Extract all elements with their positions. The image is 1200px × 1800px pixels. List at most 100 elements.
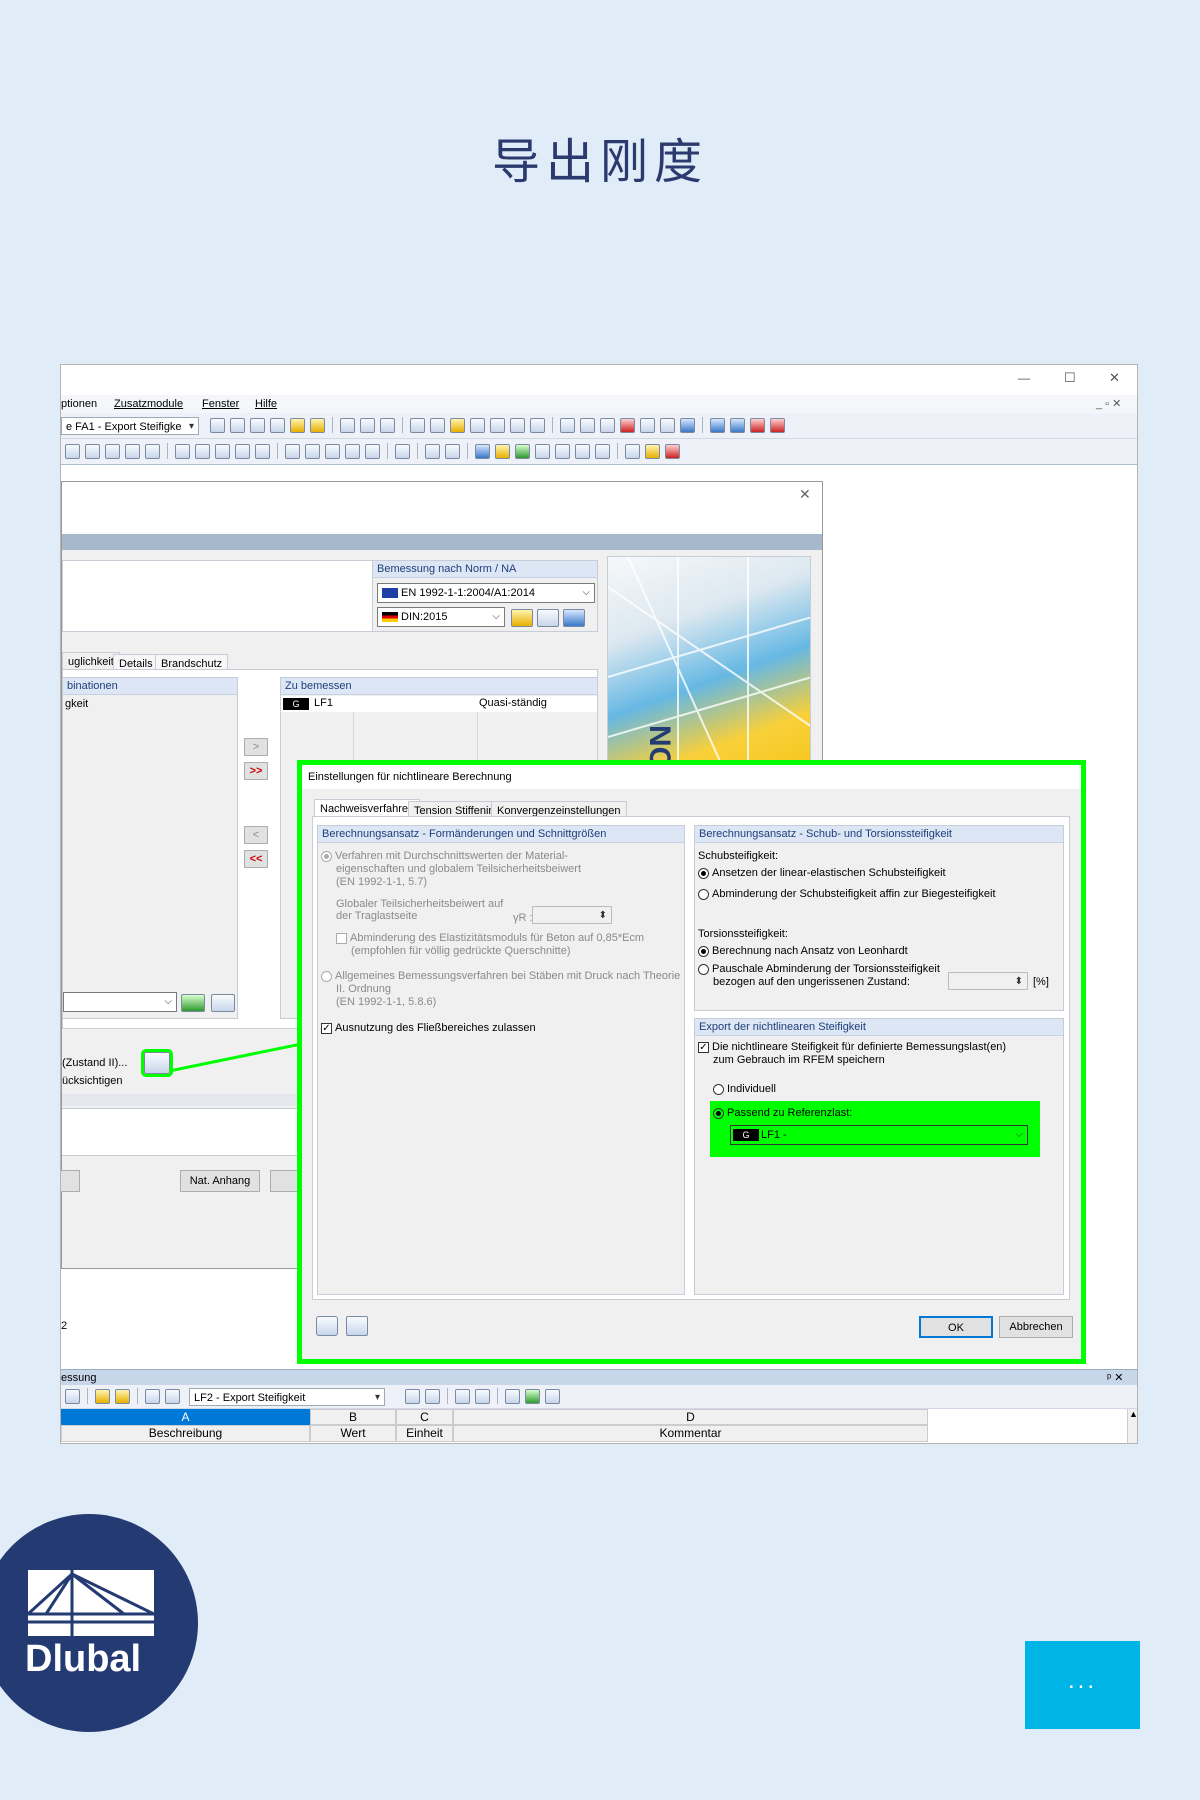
- arrow-left-icon[interactable]: [210, 417, 225, 433]
- help-icon[interactable]: [316, 1316, 338, 1336]
- delete-icon[interactable]: [620, 417, 635, 433]
- addon4-icon[interactable]: [770, 417, 785, 433]
- t2z-icon[interactable]: [625, 443, 640, 459]
- t2o-icon[interactable]: [365, 443, 380, 459]
- torsion-option-pauschal[interactable]: Pauschale Abminderung der Torsionssteifi…: [698, 963, 940, 976]
- tool6-icon[interactable]: [680, 417, 695, 433]
- nat-anhang-button[interactable]: Nat. Anhang: [180, 1170, 260, 1192]
- table-filter-icon[interactable]: [455, 1388, 470, 1404]
- t2x-icon[interactable]: [575, 443, 590, 459]
- option-durchschnittswerte[interactable]: Verfahren mit Durchschnittswerten der Ma…: [321, 850, 568, 863]
- tab-nachweisverfahren[interactable]: Nachweisverfahren: [314, 799, 421, 817]
- table-prev-icon[interactable]: [405, 1388, 420, 1404]
- torsion-option-leonhardt[interactable]: Berechnung nach Ansatz von Leonhardt: [698, 945, 908, 958]
- zustand-settings-button[interactable]: [141, 1049, 173, 1077]
- move-all-right-button[interactable]: >>: [244, 762, 268, 780]
- mdi-controls[interactable]: _ ▫ ✕: [1096, 397, 1121, 410]
- col-letter-a[interactable]: A: [61, 1409, 310, 1425]
- grid2-icon[interactable]: [430, 417, 445, 433]
- t2y-icon[interactable]: [595, 443, 610, 459]
- t2e-icon[interactable]: [145, 443, 160, 459]
- minimize-button[interactable]: —: [1018, 371, 1030, 385]
- more-button[interactable]: ...: [1025, 1641, 1140, 1729]
- t2v-icon[interactable]: [535, 443, 550, 459]
- t2w-icon[interactable]: [555, 443, 570, 459]
- fliessbereich-checkbox[interactable]: ✓ Ausnutzung des Fließbereiches zulassen: [321, 1022, 536, 1035]
- menu-hilfe[interactable]: Hilfe: [255, 398, 277, 410]
- maximize-button[interactable]: ☐: [1064, 370, 1076, 386]
- t2m-icon[interactable]: [325, 443, 340, 459]
- t2k-icon[interactable]: [285, 443, 300, 459]
- tab-konvergenz[interactable]: Konvergenzeinstellungen: [491, 801, 627, 817]
- t2c-icon[interactable]: [105, 443, 120, 459]
- edit-na-icon[interactable]: [537, 609, 559, 627]
- combinations-filter-combo[interactable]: ⌵: [63, 992, 177, 1012]
- member-icon[interactable]: [490, 417, 505, 433]
- t2g-icon[interactable]: [195, 443, 210, 459]
- design-dialog-close-button[interactable]: ✕: [799, 486, 811, 503]
- t2a-icon[interactable]: [65, 443, 80, 459]
- tool2-icon[interactable]: [580, 417, 595, 433]
- table-scrollbar[interactable]: ▲: [1127, 1409, 1137, 1443]
- t2ab-icon[interactable]: [665, 443, 680, 459]
- table-tool4-icon[interactable]: [145, 1388, 160, 1404]
- filter-icon[interactable]: [563, 609, 585, 627]
- t2i-icon[interactable]: [235, 443, 250, 459]
- grid-icon[interactable]: [410, 417, 425, 433]
- table-tool3-icon[interactable]: [115, 1388, 130, 1404]
- panel-pin-icon[interactable]: ᵖ ✕: [1107, 1372, 1123, 1385]
- table-tool8-icon[interactable]: [545, 1388, 560, 1404]
- t2l-icon[interactable]: [305, 443, 320, 459]
- menu-fenster[interactable]: Fenster: [202, 398, 239, 410]
- option-passend[interactable]: Passend zu Referenzlast:: [713, 1107, 852, 1120]
- results-icon[interactable]: [290, 417, 305, 433]
- tool4-icon[interactable]: [640, 417, 655, 433]
- t2n-icon[interactable]: [345, 443, 360, 459]
- undo-icon[interactable]: [340, 417, 355, 433]
- select-none-icon[interactable]: [211, 994, 235, 1012]
- t2h-icon[interactable]: [215, 443, 230, 459]
- table-icon[interactable]: [360, 417, 375, 433]
- tool3-icon[interactable]: [600, 417, 615, 433]
- col-letter-b[interactable]: B: [310, 1409, 396, 1425]
- col-letter-c[interactable]: C: [396, 1409, 453, 1425]
- move-left-button[interactable]: <: [244, 826, 268, 844]
- referenzlast-combo[interactable]: G LF1 - ⌵: [730, 1125, 1028, 1145]
- t2p-icon[interactable]: [395, 443, 410, 459]
- table-next-icon[interactable]: [425, 1388, 440, 1404]
- view-icon[interactable]: [450, 417, 465, 433]
- t2b-icon[interactable]: [85, 443, 100, 459]
- table-tool1-icon[interactable]: [65, 1388, 80, 1404]
- cancel-button[interactable]: Abbrechen: [999, 1316, 1073, 1338]
- move-all-left-button[interactable]: <<: [244, 850, 268, 868]
- ok-button[interactable]: OK: [919, 1316, 993, 1338]
- t2aa-icon[interactable]: [645, 443, 660, 459]
- tool1-icon[interactable]: [560, 417, 575, 433]
- schub-option-linear[interactable]: Ansetzen der linear-elastischen Schubste…: [698, 867, 946, 880]
- addon1-icon[interactable]: [710, 417, 725, 433]
- table-tool7-icon[interactable]: [505, 1388, 520, 1404]
- export-checkbox[interactable]: ✓ Die nichtlineare Steifigkeit für defini…: [698, 1041, 1006, 1054]
- values-icon[interactable]: [310, 417, 325, 433]
- info-icon[interactable]: [346, 1316, 368, 1336]
- addon3-icon[interactable]: [750, 417, 765, 433]
- t2s-icon[interactable]: [475, 443, 490, 459]
- new-na-icon[interactable]: [511, 609, 533, 627]
- t2u-icon[interactable]: [515, 443, 530, 459]
- torsion-percent-input[interactable]: ⬍: [948, 972, 1028, 990]
- table-tool5-icon[interactable]: [165, 1388, 180, 1404]
- t2t-icon[interactable]: [495, 443, 510, 459]
- addon2-icon[interactable]: [730, 417, 745, 433]
- zoom-icon[interactable]: [250, 417, 265, 433]
- tool5-icon[interactable]: [660, 417, 675, 433]
- node-icon[interactable]: [470, 417, 485, 433]
- menu-zusatzmodule[interactable]: Zusatzmodule: [114, 398, 183, 410]
- excel-icon[interactable]: [525, 1388, 540, 1404]
- table-tool6-icon[interactable]: [475, 1388, 490, 1404]
- solid-icon[interactable]: [530, 417, 545, 433]
- table2-icon[interactable]: [380, 417, 395, 433]
- arrow-right-icon[interactable]: [230, 417, 245, 433]
- na-combo[interactable]: DIN:2015 ⌵: [377, 607, 505, 627]
- case-combo[interactable]: e FA1 - Export Steifigke ▾: [61, 417, 199, 435]
- t2r-icon[interactable]: [445, 443, 460, 459]
